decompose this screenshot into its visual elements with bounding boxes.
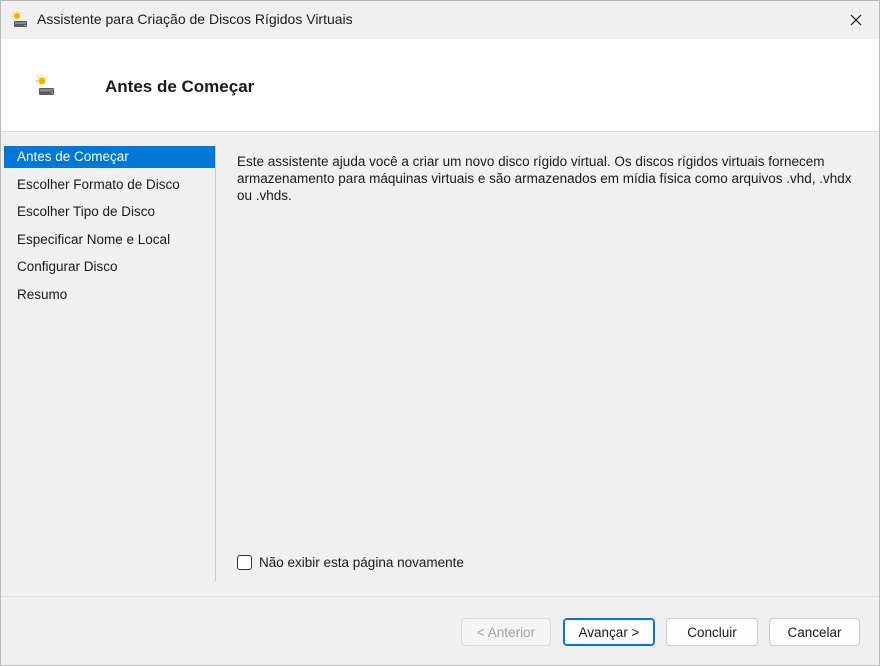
dont-show-again-option[interactable]: Não exibir esta página novamente xyxy=(237,555,464,570)
dont-show-again-label[interactable]: Não exibir esta página novamente xyxy=(259,555,464,570)
virtual-disk-wizard-icon xyxy=(12,11,27,27)
virtual-disk-wizard-icon xyxy=(36,75,54,95)
step-resumo[interactable]: Resumo xyxy=(4,284,215,306)
step-escolher-tipo[interactable]: Escolher Tipo de Disco xyxy=(4,201,215,223)
step-antes-de-comecar[interactable]: Antes de Começar xyxy=(4,146,215,168)
step-escolher-formato[interactable]: Escolher Formato de Disco xyxy=(4,174,215,196)
previous-button[interactable]: < Anterior xyxy=(461,618,551,646)
step-configurar-disco[interactable]: Configurar Disco xyxy=(4,256,215,278)
page-title: Antes de Começar xyxy=(105,77,255,96)
next-button[interactable]: Avançar > xyxy=(563,618,655,646)
close-icon xyxy=(850,14,862,26)
dont-show-again-checkbox[interactable] xyxy=(237,555,252,570)
step-especificar-nome-local[interactable]: Especificar Nome e Local xyxy=(4,229,215,251)
wizard-step-list: Antes de Começar Escolher Formato de Dis… xyxy=(1,146,216,581)
footer-divider xyxy=(1,596,879,597)
description-text: Este assistente ajuda você a criar um no… xyxy=(237,154,852,203)
close-button[interactable] xyxy=(833,1,879,39)
title-bar[interactable]: Assistente para Criação de Discos Rígido… xyxy=(1,1,879,39)
finish-button[interactable]: Concluir xyxy=(666,618,758,646)
wizard-header: Antes de Começar xyxy=(1,39,879,132)
cancel-button[interactable]: Cancelar xyxy=(769,618,860,646)
window-title: Assistente para Criação de Discos Rígido… xyxy=(37,11,353,27)
wizard-window: Assistente para Criação de Discos Rígido… xyxy=(0,0,880,666)
